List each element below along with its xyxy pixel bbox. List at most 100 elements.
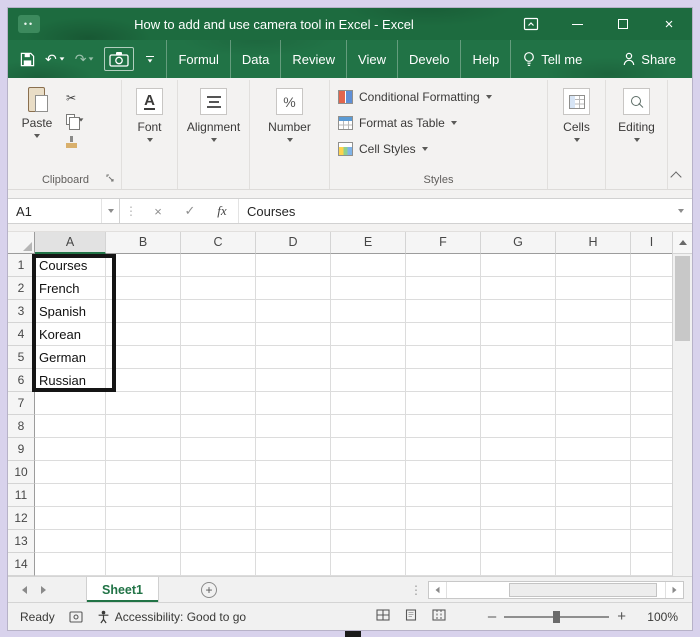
cell-A12[interactable] (35, 507, 106, 530)
cell-D7[interactable] (256, 392, 331, 415)
column-header-D[interactable]: D (256, 232, 331, 254)
cell-C2[interactable] (181, 277, 256, 300)
cell-A9[interactable] (35, 438, 106, 461)
app-icon[interactable]: •• (18, 15, 40, 33)
ribbon-display-options-icon[interactable] (508, 8, 554, 40)
number-group-button[interactable]: % Number (250, 80, 330, 189)
cell-G2[interactable] (481, 277, 556, 300)
cell-I7[interactable] (631, 392, 672, 415)
cancel-icon[interactable]: × (142, 204, 174, 219)
cell-C14[interactable] (181, 553, 256, 576)
cell-I12[interactable] (631, 507, 672, 530)
cell-D13[interactable] (256, 530, 331, 553)
cell-B10[interactable] (106, 461, 181, 484)
column-header-H[interactable]: H (556, 232, 631, 254)
row-header-8[interactable]: 8 (8, 415, 35, 438)
cell-F2[interactable] (406, 277, 481, 300)
cell-F6[interactable] (406, 369, 481, 392)
macro-record-icon[interactable] (69, 610, 83, 623)
row-header-4[interactable]: 4 (8, 323, 35, 346)
cell-I2[interactable] (631, 277, 672, 300)
cell-E12[interactable] (331, 507, 406, 530)
cell-F13[interactable] (406, 530, 481, 553)
accessibility-status[interactable]: Accessibility: Good to go (97, 610, 246, 624)
column-header-B[interactable]: B (106, 232, 181, 254)
cell-G14[interactable] (481, 553, 556, 576)
cell-C8[interactable] (181, 415, 256, 438)
cell-G11[interactable] (481, 484, 556, 507)
format-painter-button[interactable] (66, 133, 84, 150)
cell-D1[interactable] (256, 254, 331, 277)
cell-G7[interactable] (481, 392, 556, 415)
cell-G10[interactable] (481, 461, 556, 484)
row-header-14[interactable]: 14 (8, 553, 35, 576)
cell-C5[interactable] (181, 346, 256, 369)
next-sheet-icon[interactable] (41, 585, 46, 594)
cell-C4[interactable] (181, 323, 256, 346)
page-layout-view-button[interactable] (404, 609, 418, 624)
cell-G5[interactable] (481, 346, 556, 369)
cell-I14[interactable] (631, 553, 672, 576)
previous-sheet-icon[interactable] (22, 585, 27, 594)
cell-A5[interactable]: German (35, 346, 106, 369)
cell-D3[interactable] (256, 300, 331, 323)
cell-H14[interactable] (556, 553, 631, 576)
cell-A10[interactable] (35, 461, 106, 484)
cell-C11[interactable] (181, 484, 256, 507)
cell-C7[interactable] (181, 392, 256, 415)
ribbon-tab-data[interactable]: Data (231, 40, 282, 78)
cell-I8[interactable] (631, 415, 672, 438)
cell-B7[interactable] (106, 392, 181, 415)
font-group-button[interactable]: A Font (122, 80, 178, 189)
cell-H10[interactable] (556, 461, 631, 484)
row-header-1[interactable]: 1 (8, 254, 35, 277)
column-header-E[interactable]: E (331, 232, 406, 254)
cell-E9[interactable] (331, 438, 406, 461)
cell-D14[interactable] (256, 553, 331, 576)
cell-D10[interactable] (256, 461, 331, 484)
cell-G8[interactable] (481, 415, 556, 438)
cell-B5[interactable] (106, 346, 181, 369)
zoom-out-button[interactable]: – (480, 609, 504, 624)
cell-E4[interactable] (331, 323, 406, 346)
cell-B8[interactable] (106, 415, 181, 438)
column-header-F[interactable]: F (406, 232, 481, 254)
row-header-2[interactable]: 2 (8, 277, 35, 300)
cell-A1[interactable]: Courses (35, 254, 106, 277)
cell-I3[interactable] (631, 300, 672, 323)
normal-view-button[interactable] (376, 609, 390, 624)
cell-B2[interactable] (106, 277, 181, 300)
cell-F5[interactable] (406, 346, 481, 369)
cell-E13[interactable] (331, 530, 406, 553)
tell-me-button[interactable]: Tell me (511, 51, 594, 68)
cell-I10[interactable] (631, 461, 672, 484)
cells-group-button[interactable]: Cells (548, 80, 606, 189)
column-header-G[interactable]: G (481, 232, 556, 254)
cell-D6[interactable] (256, 369, 331, 392)
cell-D4[interactable] (256, 323, 331, 346)
cell-F4[interactable] (406, 323, 481, 346)
maximize-button[interactable] (600, 8, 646, 40)
cell-B9[interactable] (106, 438, 181, 461)
cell-A11[interactable] (35, 484, 106, 507)
cell-I11[interactable] (631, 484, 672, 507)
row-header-5[interactable]: 5 (8, 346, 35, 369)
row-header-12[interactable]: 12 (8, 507, 35, 530)
new-sheet-button[interactable]: + (201, 581, 217, 598)
styles-button-cell-styles[interactable]: Cell Styles (334, 136, 543, 162)
row-header-11[interactable]: 11 (8, 484, 35, 507)
scroll-right-button[interactable] (665, 581, 683, 598)
cell-B13[interactable] (106, 530, 181, 553)
horizontal-scrollbar[interactable] (428, 580, 684, 599)
horizontal-scrollbar-thumb[interactable] (509, 582, 657, 597)
cell-H8[interactable] (556, 415, 631, 438)
cell-B14[interactable] (106, 553, 181, 576)
cell-I4[interactable] (631, 323, 672, 346)
cell-B1[interactable] (106, 254, 181, 277)
ribbon-tab-formul[interactable]: Formul (167, 40, 231, 78)
vertical-scrollbar[interactable] (672, 232, 692, 576)
cell-E14[interactable] (331, 553, 406, 576)
cell-A13[interactable] (35, 530, 106, 553)
cell-G3[interactable] (481, 300, 556, 323)
cell-G9[interactable] (481, 438, 556, 461)
